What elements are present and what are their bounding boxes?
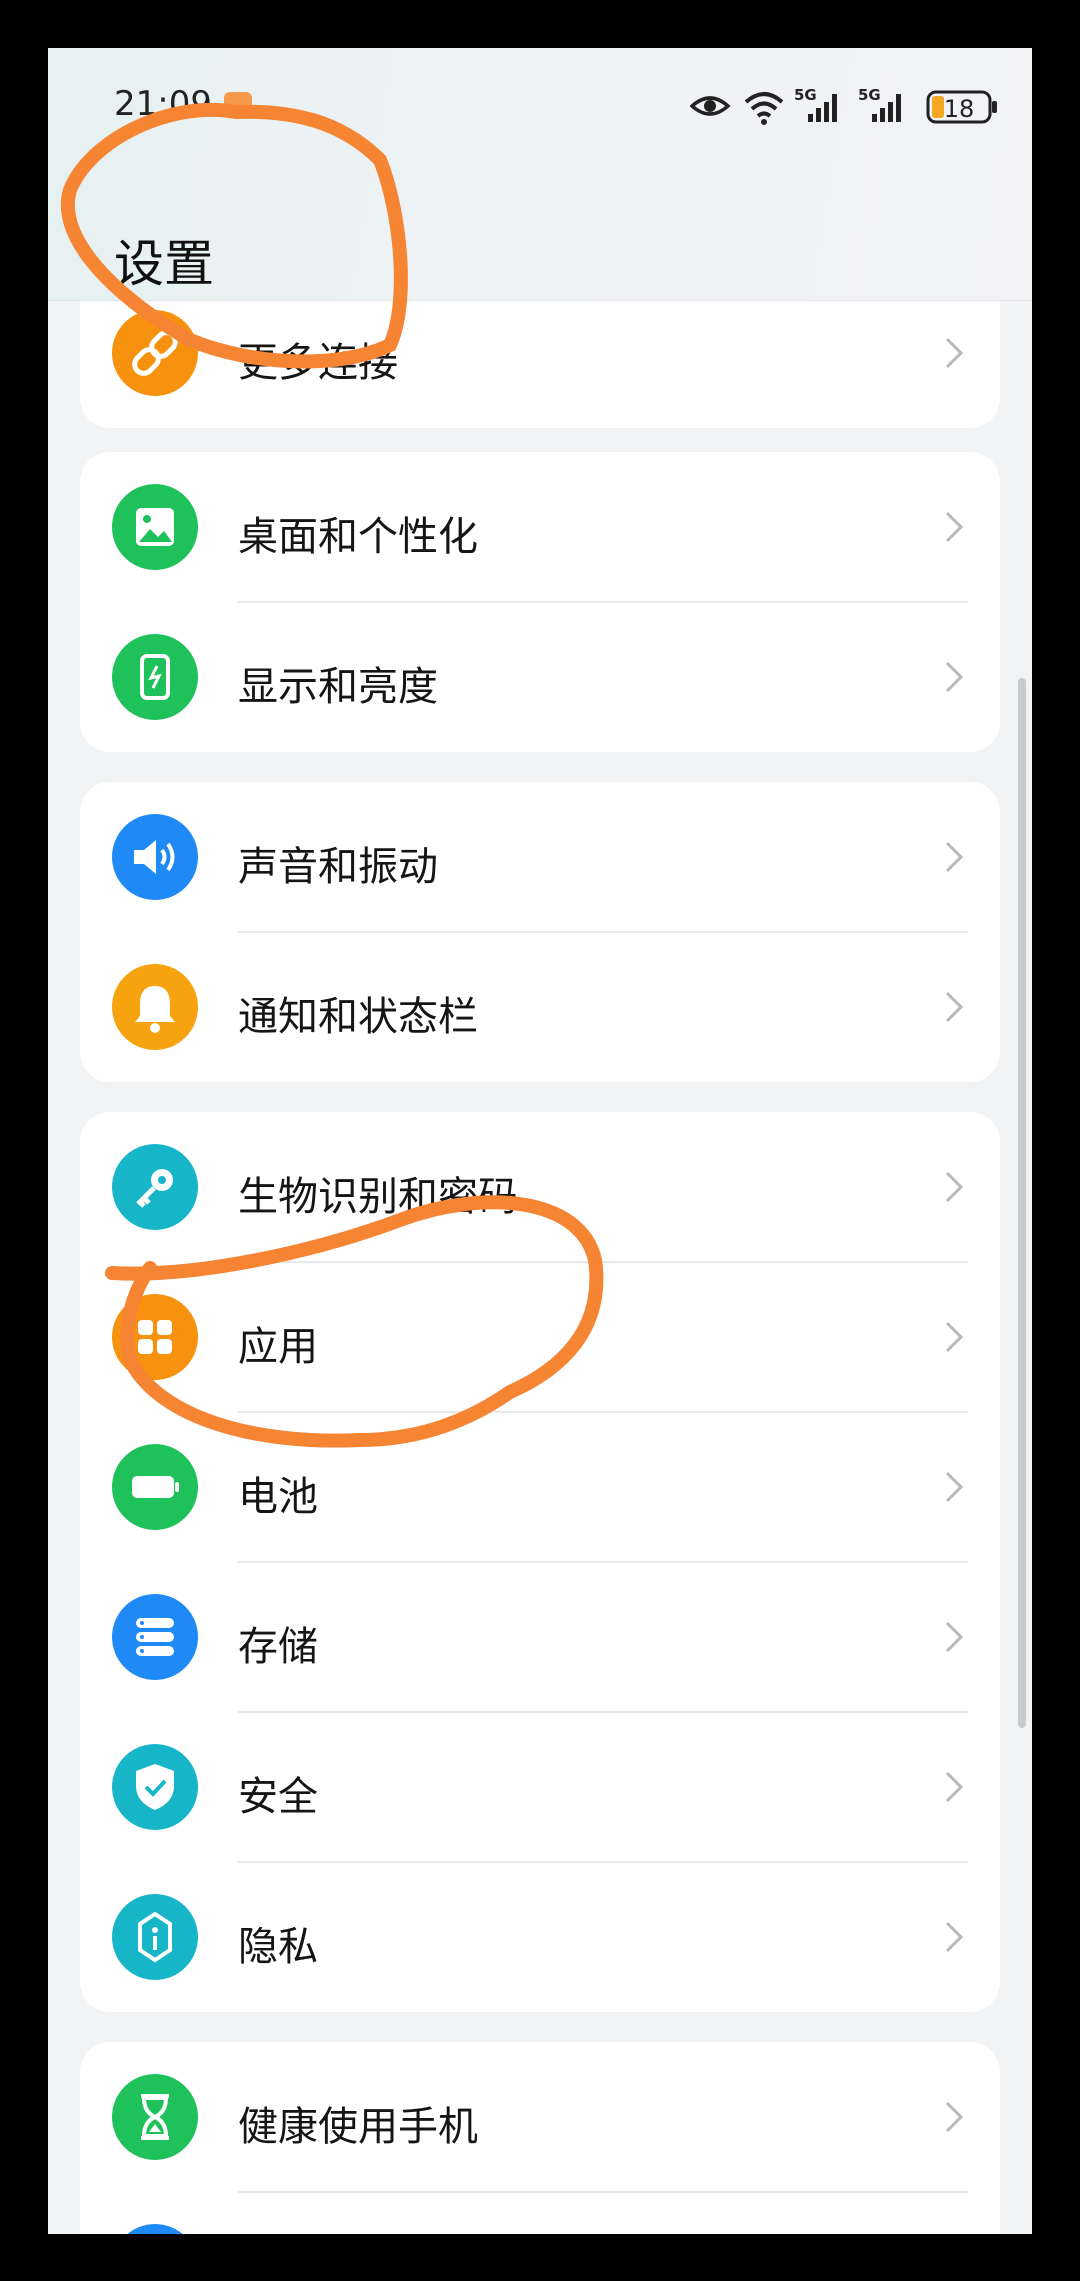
settings-group-system: 生物识别和密码 应用 电池 存储 安全 隐私: [80, 1112, 1000, 2012]
settings-item-apps[interactable]: 应用: [80, 1262, 1000, 1413]
chevron-right-icon: [945, 1921, 964, 1953]
settings-item-label: 应用: [238, 1324, 318, 1370]
signal-5g-icon: 5G: [794, 86, 837, 122]
settings-item-notifications-statusbar[interactable]: 通知和状态栏: [80, 932, 1000, 1082]
bell-icon: [112, 964, 198, 1050]
status-time: 21:09: [114, 84, 212, 124]
settings-item-label: 安全: [238, 1774, 318, 1820]
eye-icon: [690, 96, 731, 116]
settings-item-label: 电池: [238, 1474, 318, 1520]
speaker-icon: [112, 814, 198, 900]
notification-badge-icon: [224, 92, 252, 118]
settings-item-label: 存储: [238, 1624, 318, 1670]
settings-screen: 21:09 5G 5G 18 设置 更多连接 桌面和个性化 显示和亮度 声音和振…: [48, 48, 1032, 2234]
header: 21:09 5G 5G 18 设置: [48, 48, 1032, 301]
chevron-right-icon: [945, 1321, 964, 1353]
phone-brightness-icon: [112, 634, 198, 720]
battery-icon: 18: [926, 90, 997, 124]
storage-icon: [112, 1594, 198, 1680]
scrollbar[interactable]: [1018, 678, 1026, 1728]
key-icon: [112, 1144, 198, 1230]
settings-item-sound-vibration[interactable]: 声音和振动: [80, 782, 1000, 933]
svg-text:5G: 5G: [858, 86, 881, 104]
chevron-right-icon: [945, 511, 964, 543]
signal-5g-icon: 5G: [858, 86, 901, 122]
chevron-right-icon: [945, 2101, 964, 2133]
hourglass-icon: [112, 2074, 198, 2160]
link-icon: [112, 310, 198, 396]
settings-item-display-brightness[interactable]: 显示和亮度: [80, 602, 1000, 752]
apps-grid-icon: [112, 1294, 198, 1380]
settings-item-label: 声音和振动: [238, 844, 438, 890]
status-icons: 5G 5G 18: [690, 86, 997, 125]
settings-item-biometrics-password[interactable]: 生物识别和密码: [80, 1112, 1000, 1263]
battery-icon: [112, 1444, 198, 1530]
chevron-right-icon: [945, 337, 964, 369]
chevron-right-icon: [945, 991, 964, 1023]
chevron-right-icon: [945, 1621, 964, 1653]
chevron-right-icon: [945, 841, 964, 873]
chevron-right-icon: [945, 661, 964, 693]
settings-item-security[interactable]: 安全: [80, 1712, 1000, 1863]
chevron-right-icon: [945, 1471, 964, 1503]
settings-item-home-personalization[interactable]: 桌面和个性化: [80, 452, 1000, 603]
settings-group-personalization: 桌面和个性化 显示和亮度: [80, 452, 1000, 752]
image-icon: [112, 484, 198, 570]
settings-group-sound-notifications: 声音和振动 通知和状态栏: [80, 782, 1000, 1082]
chevron-right-icon: [945, 1771, 964, 1803]
settings-item-storage[interactable]: 存储: [80, 1562, 1000, 1713]
privacy-lock-icon: [112, 1894, 198, 1980]
settings-item-digital-wellbeing[interactable]: 健康使用手机: [80, 2042, 1000, 2193]
svg-text:5G: 5G: [794, 86, 817, 104]
wifi-icon: [744, 92, 784, 125]
settings-item-label: 生物识别和密码: [238, 1174, 518, 1220]
settings-item-label: 隐私: [238, 1924, 318, 1970]
settings-item-label: 桌面和个性化: [238, 514, 478, 560]
page-title: 设置: [114, 234, 214, 293]
blue-settings-icon: [112, 2224, 198, 2234]
chevron-right-icon: [945, 1171, 964, 1203]
settings-item-label: 通知和状态栏: [238, 994, 478, 1040]
settings-group-wellbeing: 健康使用手机: [80, 2042, 1000, 2234]
settings-item-label: 更多连接: [238, 340, 398, 386]
settings-item-next[interactable]: [80, 2192, 1000, 2234]
shield-icon: [112, 1744, 198, 1830]
settings-item-privacy[interactable]: 隐私: [80, 1862, 1000, 2012]
svg-text:18: 18: [944, 95, 975, 123]
settings-item-label: 健康使用手机: [238, 2104, 478, 2150]
settings-item-label: 显示和亮度: [238, 664, 438, 710]
settings-item-battery[interactable]: 电池: [80, 1412, 1000, 1563]
